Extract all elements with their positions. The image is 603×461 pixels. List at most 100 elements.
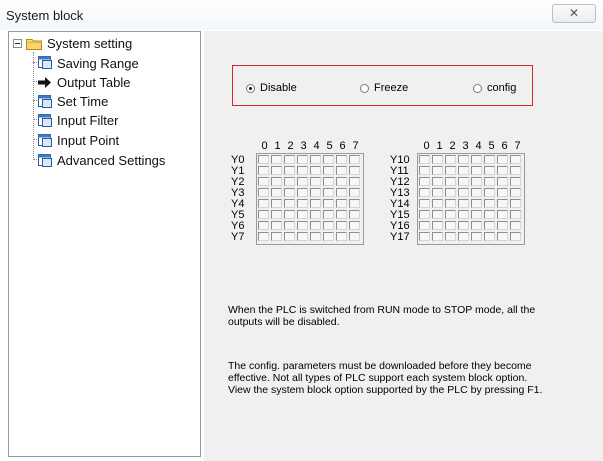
output-bit-checkbox[interactable] (419, 232, 430, 241)
output-bit-checkbox[interactable] (445, 177, 456, 186)
output-bit-checkbox[interactable] (336, 177, 347, 186)
output-bit-checkbox[interactable] (284, 221, 295, 230)
output-bit-checkbox[interactable] (336, 232, 347, 241)
output-bit-checkbox[interactable] (323, 177, 334, 186)
output-bit-checkbox[interactable] (471, 210, 482, 219)
tree-root-system-setting[interactable]: System setting (47, 36, 132, 51)
output-bit-checkbox[interactable] (271, 199, 282, 208)
output-bit-checkbox[interactable] (297, 199, 308, 208)
output-bit-checkbox[interactable] (271, 177, 282, 186)
output-bit-checkbox[interactable] (471, 188, 482, 197)
output-bit-checkbox[interactable] (484, 221, 495, 230)
output-bit-checkbox[interactable] (458, 155, 469, 164)
output-bit-checkbox[interactable] (323, 232, 334, 241)
output-bit-checkbox[interactable] (471, 166, 482, 175)
output-bit-checkbox[interactable] (419, 155, 430, 164)
output-bit-checkbox[interactable] (510, 199, 521, 208)
output-bit-checkbox[interactable] (445, 166, 456, 175)
output-bit-checkbox[interactable] (510, 155, 521, 164)
output-bit-checkbox[interactable] (445, 199, 456, 208)
radio-disable[interactable]: Disable (246, 82, 297, 94)
output-bit-checkbox[interactable] (497, 155, 508, 164)
collapse-toggle[interactable] (13, 39, 22, 48)
tree-item-output-table[interactable]: Output Table (57, 75, 130, 90)
output-bit-checkbox[interactable] (310, 210, 321, 219)
radio-freeze[interactable]: Freeze (360, 82, 408, 94)
output-bit-checkbox[interactable] (258, 232, 269, 241)
output-bit-checkbox[interactable] (310, 188, 321, 197)
output-bit-checkbox[interactable] (349, 210, 360, 219)
output-bit-checkbox[interactable] (445, 221, 456, 230)
output-bit-checkbox[interactable] (419, 210, 430, 219)
output-bit-checkbox[interactable] (458, 221, 469, 230)
output-bit-checkbox[interactable] (471, 155, 482, 164)
output-bit-checkbox[interactable] (258, 221, 269, 230)
output-bit-checkbox[interactable] (432, 188, 443, 197)
output-bit-checkbox[interactable] (432, 232, 443, 241)
output-bit-checkbox[interactable] (284, 210, 295, 219)
output-bit-checkbox[interactable] (323, 166, 334, 175)
output-bit-checkbox[interactable] (419, 221, 430, 230)
output-bit-checkbox[interactable] (323, 221, 334, 230)
output-bit-checkbox[interactable] (445, 155, 456, 164)
output-bit-checkbox[interactable] (432, 210, 443, 219)
output-bit-checkbox[interactable] (284, 155, 295, 164)
tree-item-advanced-settings[interactable]: Advanced Settings (57, 153, 165, 168)
output-bit-checkbox[interactable] (419, 177, 430, 186)
output-bit-checkbox[interactable] (445, 188, 456, 197)
tree-item-saving-range[interactable]: Saving Range (57, 56, 139, 71)
output-bit-checkbox[interactable] (432, 166, 443, 175)
output-bit-checkbox[interactable] (445, 232, 456, 241)
output-bit-checkbox[interactable] (297, 177, 308, 186)
output-bit-checkbox[interactable] (471, 221, 482, 230)
output-bit-checkbox[interactable] (349, 199, 360, 208)
output-bit-checkbox[interactable] (484, 199, 495, 208)
output-bit-checkbox[interactable] (284, 188, 295, 197)
output-bit-checkbox[interactable] (484, 188, 495, 197)
output-bit-checkbox[interactable] (310, 177, 321, 186)
output-bit-checkbox[interactable] (497, 166, 508, 175)
output-bit-checkbox[interactable] (284, 177, 295, 186)
output-bit-checkbox[interactable] (323, 188, 334, 197)
output-bit-checkbox[interactable] (458, 166, 469, 175)
output-bit-checkbox[interactable] (510, 188, 521, 197)
output-bit-checkbox[interactable] (349, 232, 360, 241)
output-bit-checkbox[interactable] (271, 188, 282, 197)
output-bit-checkbox[interactable] (497, 188, 508, 197)
output-bit-checkbox[interactable] (284, 199, 295, 208)
output-bit-checkbox[interactable] (458, 199, 469, 208)
output-bit-checkbox[interactable] (297, 232, 308, 241)
output-bit-checkbox[interactable] (349, 166, 360, 175)
output-bit-checkbox[interactable] (336, 188, 347, 197)
output-bit-checkbox[interactable] (271, 221, 282, 230)
output-bit-checkbox[interactable] (258, 166, 269, 175)
output-bit-checkbox[interactable] (349, 155, 360, 164)
output-bit-checkbox[interactable] (497, 210, 508, 219)
output-bit-checkbox[interactable] (445, 210, 456, 219)
output-bit-checkbox[interactable] (297, 166, 308, 175)
output-bit-checkbox[interactable] (432, 221, 443, 230)
output-bit-checkbox[interactable] (484, 155, 495, 164)
tree-item-input-point[interactable]: Input Point (57, 133, 119, 148)
output-bit-checkbox[interactable] (310, 221, 321, 230)
output-bit-checkbox[interactable] (484, 166, 495, 175)
output-bit-checkbox[interactable] (471, 177, 482, 186)
output-bit-checkbox[interactable] (497, 177, 508, 186)
output-bit-checkbox[interactable] (310, 166, 321, 175)
output-bit-checkbox[interactable] (271, 210, 282, 219)
output-bit-checkbox[interactable] (284, 166, 295, 175)
output-bit-checkbox[interactable] (258, 177, 269, 186)
output-bit-checkbox[interactable] (271, 166, 282, 175)
output-bit-checkbox[interactable] (432, 177, 443, 186)
output-bit-checkbox[interactable] (432, 155, 443, 164)
output-bit-checkbox[interactable] (349, 188, 360, 197)
output-bit-checkbox[interactable] (349, 177, 360, 186)
output-bit-checkbox[interactable] (336, 155, 347, 164)
output-bit-checkbox[interactable] (323, 155, 334, 164)
output-bit-checkbox[interactable] (284, 232, 295, 241)
output-bit-checkbox[interactable] (419, 166, 430, 175)
output-bit-checkbox[interactable] (510, 210, 521, 219)
output-bit-checkbox[interactable] (510, 221, 521, 230)
output-bit-checkbox[interactable] (349, 221, 360, 230)
output-bit-checkbox[interactable] (458, 232, 469, 241)
